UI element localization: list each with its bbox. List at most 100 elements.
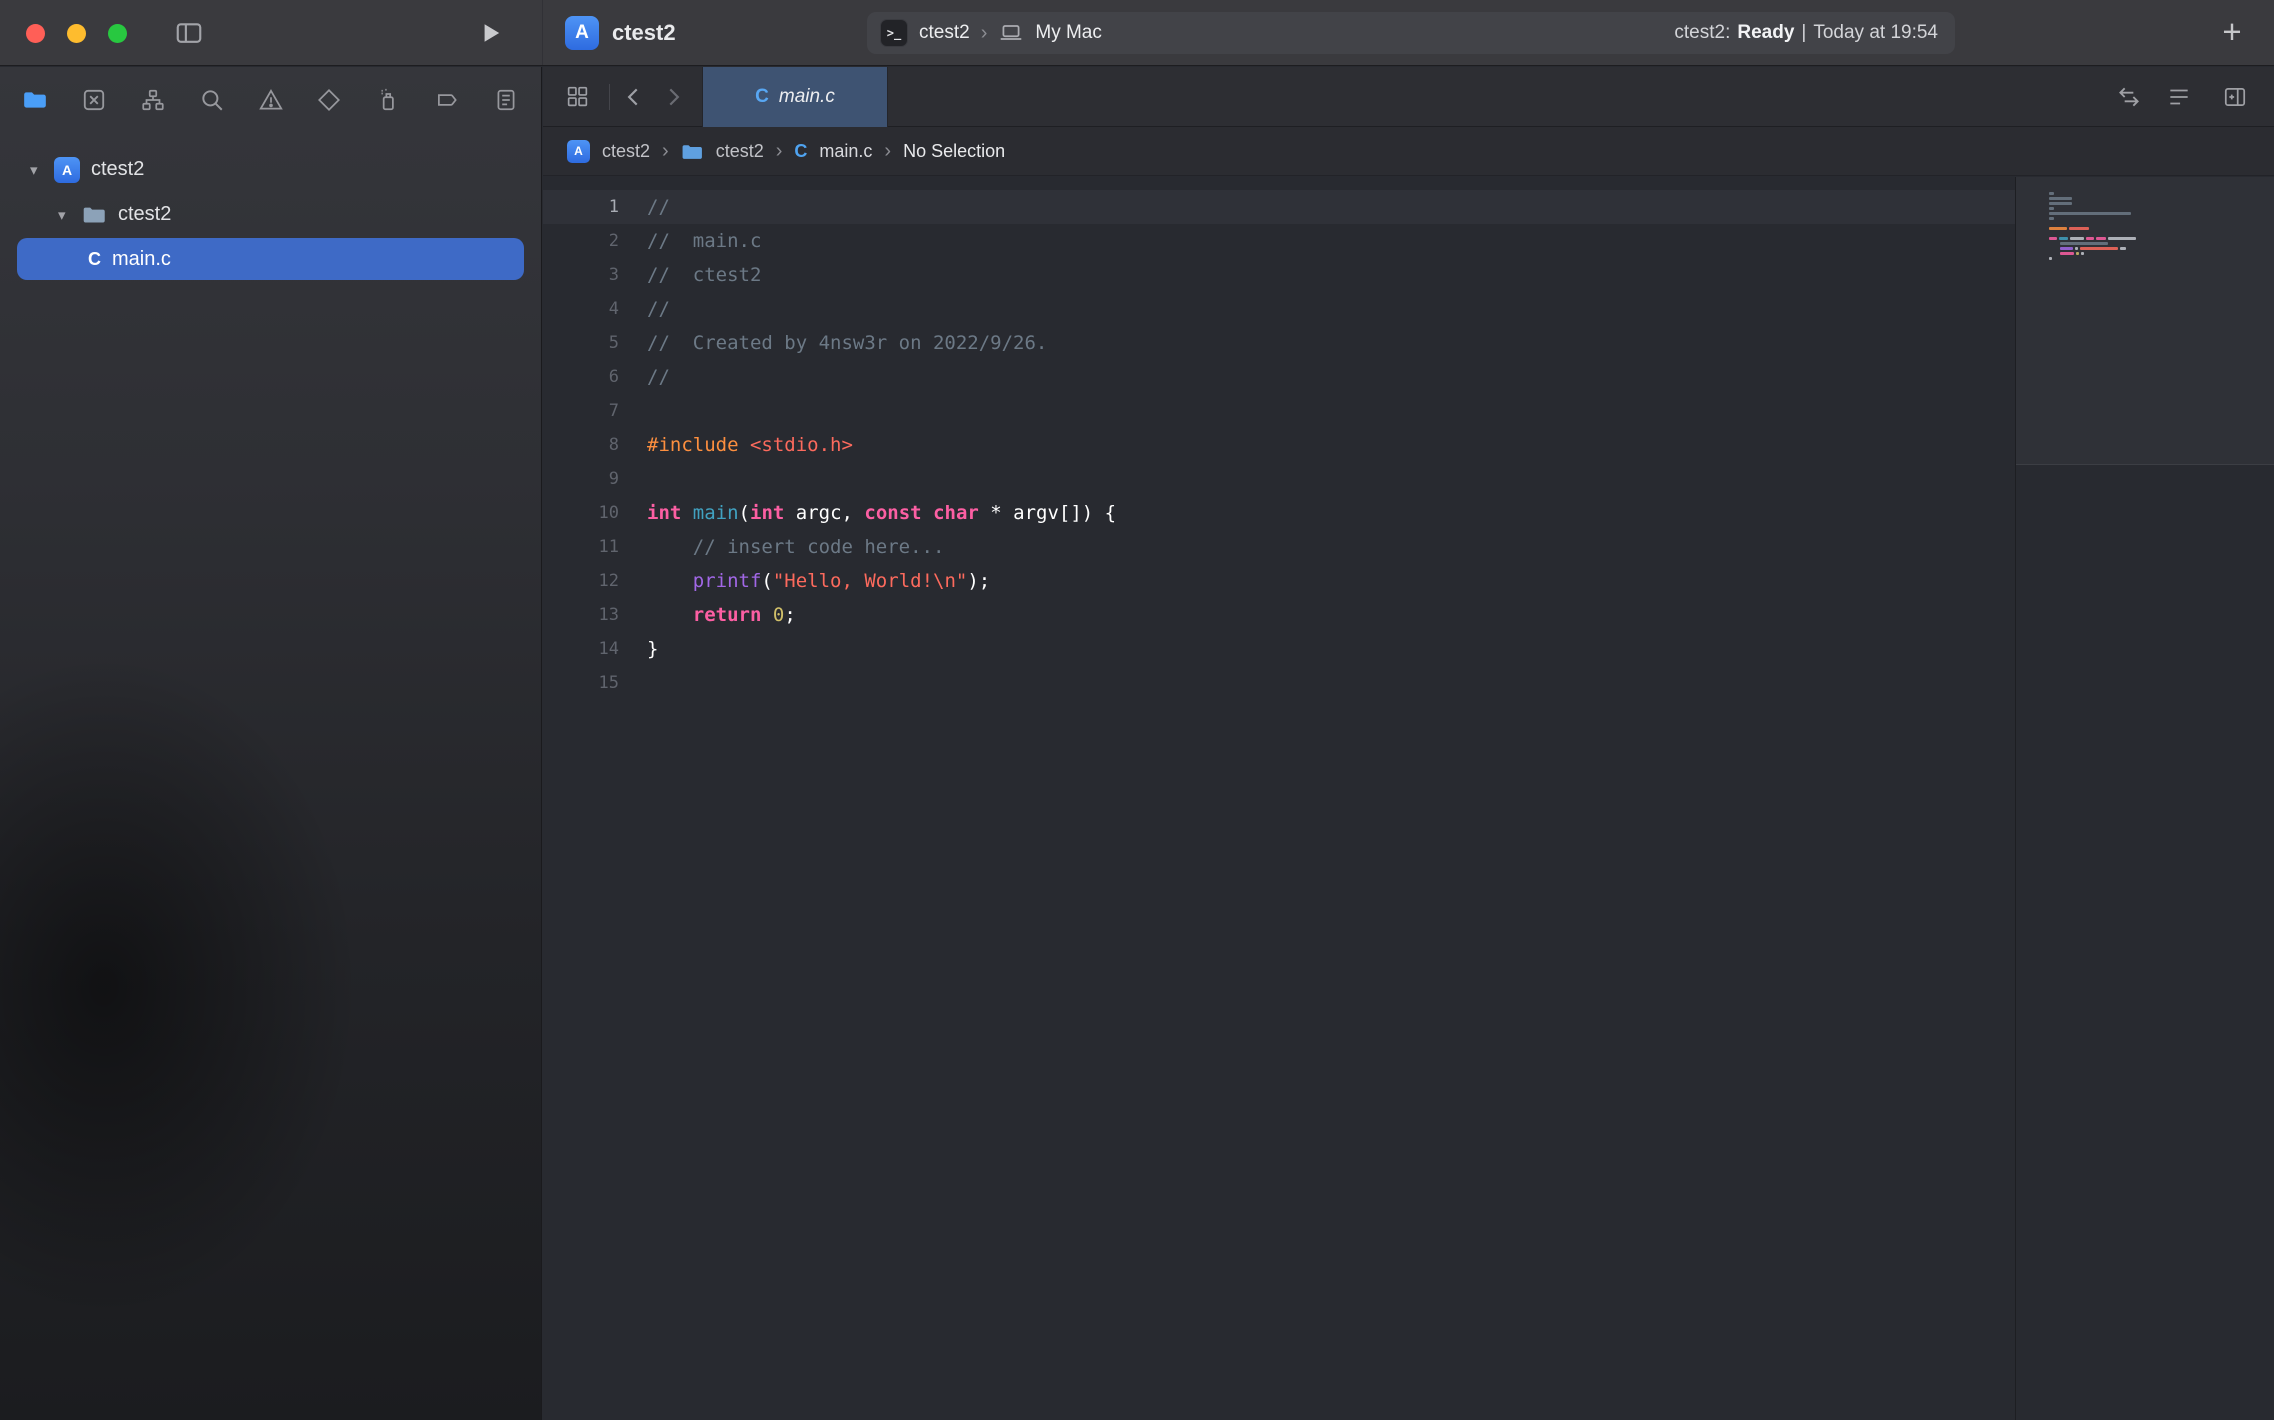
c-file-icon: C	[794, 141, 807, 162]
editor-layout-icon[interactable]	[565, 84, 590, 109]
symbol-navigator-icon[interactable]	[133, 78, 173, 122]
project-navigator-icon[interactable]	[15, 78, 55, 122]
disclosure-triangle-icon[interactable]: ▾	[58, 206, 82, 224]
folder-icon	[82, 204, 107, 225]
navigate-back-icon[interactable]	[621, 84, 647, 110]
code-line[interactable]: 9	[543, 462, 2015, 496]
issue-navigator-icon[interactable]	[251, 78, 291, 122]
code-line[interactable]: 3// ctest2	[543, 258, 2015, 292]
sidebar-toggle-icon[interactable]	[174, 18, 204, 48]
project-file-icon: A	[54, 157, 80, 183]
tab-label: main.c	[779, 86, 835, 108]
terminal-scheme-icon: >_	[880, 19, 908, 47]
xcode-window: A ctest2 >_ ctest2 › My Mac ctest2: Read…	[0, 0, 2274, 1420]
scheme-activity-bar[interactable]: >_ ctest2 › My Mac ctest2: Ready | Today…	[867, 12, 1955, 54]
code-line[interactable]: 14}	[543, 632, 2015, 666]
line-number[interactable]: 4	[543, 292, 619, 326]
breadcrumb-selection[interactable]: No Selection	[903, 141, 1005, 162]
line-number[interactable]: 6	[543, 360, 619, 394]
folder-icon	[681, 142, 704, 161]
add-editor-icon[interactable]	[2222, 84, 2248, 110]
line-text: int main(int argc, const char * argv[]) …	[619, 496, 1116, 530]
test-navigator-icon[interactable]	[309, 78, 349, 122]
line-text: // ctest2	[619, 258, 761, 292]
line-number[interactable]: 3	[543, 258, 619, 292]
tree-row-file-selected[interactable]: C main.c	[17, 238, 524, 280]
zoom-window-button[interactable]	[108, 24, 127, 43]
chevron-right-icon: ›	[662, 140, 669, 163]
editor-tab-bar: C main.c	[543, 67, 2274, 127]
line-number[interactable]: 11	[543, 530, 619, 564]
breadcrumb-file[interactable]: main.c	[819, 141, 872, 162]
breadcrumb-group[interactable]: ctest2	[716, 141, 764, 162]
navigate-forward-icon[interactable]	[660, 84, 686, 110]
tree-row-project-root[interactable]: ▾ A ctest2	[0, 147, 541, 192]
project-file-tree: ▾ A ctest2 ▾ ctest2 C main.c	[0, 133, 541, 280]
run-destination[interactable]: My Mac	[1035, 22, 1102, 44]
xcode-project-icon: A	[565, 16, 599, 50]
code-line[interactable]: 13 return 0;	[543, 598, 2015, 632]
line-number[interactable]: 9	[543, 462, 619, 496]
run-button[interactable]	[477, 19, 505, 47]
code-lines[interactable]: 1//2// main.c3// ctest24//5// Created by…	[543, 177, 2015, 1420]
line-text: #include <stdio.h>	[619, 428, 853, 462]
code-line[interactable]: 10int main(int argc, const char * argv[]…	[543, 496, 2015, 530]
close-window-button[interactable]	[26, 24, 45, 43]
tree-label-file: main.c	[112, 248, 171, 271]
disclosure-triangle-icon[interactable]: ▾	[30, 161, 54, 179]
line-text: }	[619, 632, 658, 666]
line-text: //	[619, 360, 670, 394]
xcode-project-icon: A	[567, 140, 590, 163]
line-text	[619, 462, 647, 496]
window-title: ctest2	[612, 20, 676, 46]
line-number[interactable]: 1	[543, 190, 619, 224]
line-text	[619, 394, 647, 428]
status-state: Ready	[1737, 22, 1794, 44]
library-add-button[interactable]: +	[2212, 12, 2252, 52]
code-review-icon[interactable]	[2116, 84, 2142, 110]
code-line[interactable]: 2// main.c	[543, 224, 2015, 258]
line-number[interactable]: 5	[543, 326, 619, 360]
line-text: // main.c	[619, 224, 761, 258]
code-line[interactable]: 8#include <stdio.h>	[543, 428, 2015, 462]
line-number[interactable]: 8	[543, 428, 619, 462]
line-number[interactable]: 2	[543, 224, 619, 258]
line-text: // insert code here...	[619, 530, 944, 564]
tree-label-project: ctest2	[91, 158, 144, 181]
code-line[interactable]: 12 printf("Hello, World!\n");	[543, 564, 2015, 598]
line-number[interactable]: 15	[543, 666, 619, 700]
tree-label-group: ctest2	[118, 203, 171, 226]
minimap-content	[2049, 192, 2138, 267]
code-line[interactable]: 5// Created by 4nsw3r on 2022/9/26.	[543, 326, 2015, 360]
code-line[interactable]: 15	[543, 666, 2015, 700]
line-text: return 0;	[619, 598, 796, 632]
code-line[interactable]: 6//	[543, 360, 2015, 394]
source-control-navigator-icon[interactable]	[74, 78, 114, 122]
minimap[interactable]	[2015, 177, 2274, 1420]
scheme-name[interactable]: ctest2	[919, 22, 970, 44]
breadcrumb-project[interactable]: ctest2	[602, 141, 650, 162]
status-separator: |	[1801, 22, 1806, 44]
line-number[interactable]: 7	[543, 394, 619, 428]
scheme-selector[interactable]: >_ ctest2 › My Mac	[880, 12, 1102, 54]
line-number[interactable]: 12	[543, 564, 619, 598]
chevron-right-icon: ›	[884, 140, 891, 163]
code-line[interactable]: 4//	[543, 292, 2015, 326]
code-line[interactable]: 11 // insert code here...	[543, 530, 2015, 564]
line-number[interactable]: 13	[543, 598, 619, 632]
status-time: Today at 19:54	[1813, 22, 1938, 44]
tree-row-group[interactable]: ▾ ctest2	[0, 192, 541, 237]
line-number[interactable]: 10	[543, 496, 619, 530]
find-navigator-icon[interactable]	[192, 78, 232, 122]
debug-navigator-icon[interactable]	[368, 78, 408, 122]
code-line[interactable]: 1//	[543, 190, 2015, 224]
jump-bar-breadcrumb: A ctest2 › ctest2 › C main.c › No Select…	[543, 127, 2274, 176]
breakpoint-navigator-icon[interactable]	[427, 78, 467, 122]
line-number[interactable]: 14	[543, 632, 619, 666]
minimize-window-button[interactable]	[67, 24, 86, 43]
adjust-editor-options-icon[interactable]	[2166, 84, 2192, 110]
report-navigator-icon[interactable]	[486, 78, 526, 122]
code-line[interactable]: 7	[543, 394, 2015, 428]
activity-status[interactable]: ctest2: Ready | Today at 19:54	[1674, 12, 1938, 54]
tab-main-c[interactable]: C main.c	[702, 67, 888, 127]
